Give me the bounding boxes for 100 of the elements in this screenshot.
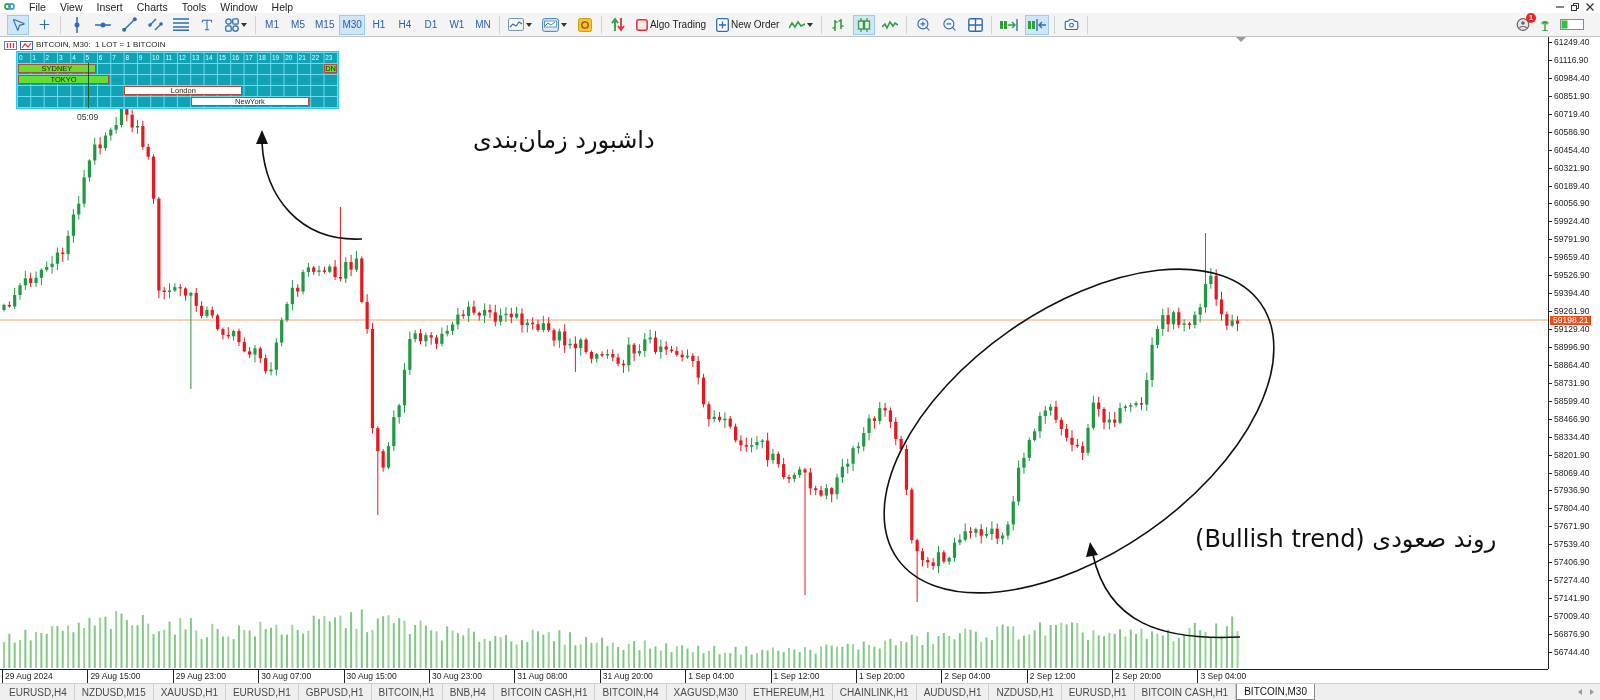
menu-item[interactable]: Help — [271, 0, 294, 13]
up-down-arrows-icon — [610, 17, 625, 32]
price-axis-label: 58996.90 — [1549, 342, 1600, 351]
algo-trading-button[interactable]: Algo Trading — [632, 14, 710, 35]
shift-arrow-icon — [1028, 18, 1047, 31]
chart-tab[interactable]: BITCOIN,H4 — [595, 684, 667, 700]
price-axis-label: 57539.40 — [1549, 540, 1600, 549]
chart-tab[interactable]: XAUUSD,H1 — [153, 684, 226, 700]
scroll-right-icon — [1590, 689, 1594, 695]
price-axis-label: 60719.40 — [1549, 109, 1600, 118]
chart-tab[interactable]: EURUSD,H4 — [2, 684, 75, 700]
app-logo-icon — [4, 1, 15, 12]
timeframe-button[interactable]: M5 — [286, 14, 310, 35]
panel-icon — [4, 40, 17, 50]
bar-chart-icon — [831, 17, 846, 32]
timeframe-button[interactable]: M30 — [339, 14, 365, 35]
minimize-icon — [1556, 5, 1564, 8]
timeframe-button[interactable]: W1 — [444, 14, 469, 35]
price-axis-label: 60984.40 — [1549, 73, 1600, 82]
timeframe-button[interactable]: H1 — [366, 14, 391, 35]
zoom-in-icon — [915, 17, 931, 32]
chart-tab[interactable]: NZDUSD,M15 — [74, 684, 154, 700]
text-tool-icon — [200, 17, 214, 32]
price-axis-label: 58069.40 — [1549, 468, 1600, 477]
price-axis-label: 61249.40 — [1549, 38, 1600, 46]
price-axis-label: 59526.90 — [1549, 271, 1600, 280]
shift-button[interactable] — [1025, 14, 1050, 35]
chart-tab[interactable]: BITCOIN CASH,H1 — [493, 684, 596, 700]
new-order-button[interactable]: New Order — [713, 14, 783, 35]
stop-square-icon — [635, 18, 648, 31]
menu-item[interactable]: File — [29, 0, 46, 13]
timeframe-button[interactable]: M15 — [312, 14, 338, 35]
timeframe-button[interactable]: MN — [470, 14, 495, 35]
horizontal-line-icon — [95, 21, 111, 28]
current-price-tag: 59198.21 — [1550, 316, 1592, 325]
scroll-arrow-icon — [1000, 18, 1019, 31]
price-axis-label: 58466.90 — [1549, 414, 1600, 423]
crosshair-icon — [36, 17, 52, 32]
chart-tab[interactable]: EURUSD,H1 — [1061, 684, 1135, 700]
chart-tab[interactable]: BNB,H4 — [442, 684, 494, 700]
menu-item[interactable]: View — [59, 0, 83, 13]
timeframe-button[interactable]: M1 — [260, 14, 284, 35]
antenna-icon — [1540, 18, 1550, 31]
timeframe-button[interactable]: D1 — [418, 14, 443, 35]
price-axis-label: 60056.90 — [1549, 199, 1600, 208]
down-triangle-icon[interactable] — [1236, 37, 1246, 42]
annotation-text: روند صعودی (Bullish trend) — [1195, 524, 1497, 554]
chart-tab[interactable]: AUDUSD,H1 — [916, 684, 990, 700]
new-document-icon — [716, 17, 730, 32]
price-axis-label: 59129.40 — [1549, 325, 1600, 333]
price-axis-label: 60189.40 — [1549, 181, 1600, 190]
chart-window-icon — [507, 18, 524, 31]
shapes-icon — [225, 17, 239, 32]
price-axis-label: 60851.90 — [1549, 91, 1600, 100]
price-axis-label: 60454.40 — [1549, 145, 1600, 154]
notification-badge[interactable]: 1 — [1526, 13, 1536, 23]
chart-tab[interactable]: CHAINLINK,H1 — [832, 684, 917, 700]
price-axis-label: 56744.40 — [1549, 647, 1600, 656]
price-axis-label: 59791.90 — [1549, 235, 1600, 244]
price-axis-label: 59261.90 — [1549, 307, 1600, 316]
chart-tab[interactable]: EURUSD,H1 — [225, 684, 299, 700]
line-chart-icon — [882, 19, 899, 30]
connection-status-icon — [1560, 19, 1584, 30]
chart-tab[interactable]: NZDUSD,H1 — [989, 684, 1062, 700]
chart-icon — [20, 40, 33, 50]
menu-item[interactable]: Charts — [136, 0, 168, 13]
timeframe-button[interactable]: H4 — [392, 14, 417, 35]
chart-tab[interactable]: BITCOIN,M30 — [1236, 684, 1315, 700]
wave-icon — [789, 19, 806, 30]
menu-item[interactable]: Window — [220, 0, 258, 13]
price-axis-label: 57406.90 — [1549, 558, 1600, 567]
chart-tab[interactable]: BITCOIN,H1 — [371, 684, 443, 700]
chart-tab[interactable]: XAGUSD,M30 — [666, 684, 747, 700]
annotation-text: داشبورد زمان‌بندی — [473, 125, 655, 155]
price-axis-label: 60321.90 — [1549, 163, 1600, 172]
candles-button[interactable] — [853, 14, 876, 35]
price-axis-label: 60586.90 — [1549, 127, 1600, 136]
symbol-title: BITCOIN, M30: 1 LOT = 1 BITCOIN — [36, 40, 166, 50]
chart-tab[interactable]: GBPUSD,H1 — [298, 684, 372, 700]
grid-icon — [967, 17, 983, 32]
price-axis-label: 56876.90 — [1549, 629, 1600, 638]
candlestick-icon — [857, 17, 872, 32]
camera-icon — [1063, 17, 1079, 32]
vertical-line-icon — [74, 16, 80, 33]
menu-item[interactable]: Tools — [181, 0, 207, 13]
price-axis-label: 57936.90 — [1549, 486, 1600, 495]
price-axis-label: 61116.90 — [1549, 55, 1600, 64]
user-icon — [1516, 18, 1530, 31]
price-axis-label: 58334.40 — [1549, 432, 1600, 441]
menu-item[interactable]: Insert — [96, 0, 123, 13]
zoom-out-icon — [941, 17, 957, 32]
price-axis-label: 57141.90 — [1549, 594, 1600, 603]
cursor-button[interactable] — [7, 14, 29, 35]
time-marker-label: 05:09 — [76, 112, 99, 122]
parallel-lines-icon — [147, 17, 163, 32]
restore-icon — [1571, 2, 1579, 11]
price-axis-label: 58599.40 — [1549, 396, 1600, 405]
chart-tab[interactable]: ETHEREUM,H1 — [746, 684, 833, 700]
price-axis-label: 58864.40 — [1549, 360, 1600, 369]
price-axis-label: 59394.40 — [1549, 289, 1600, 298]
